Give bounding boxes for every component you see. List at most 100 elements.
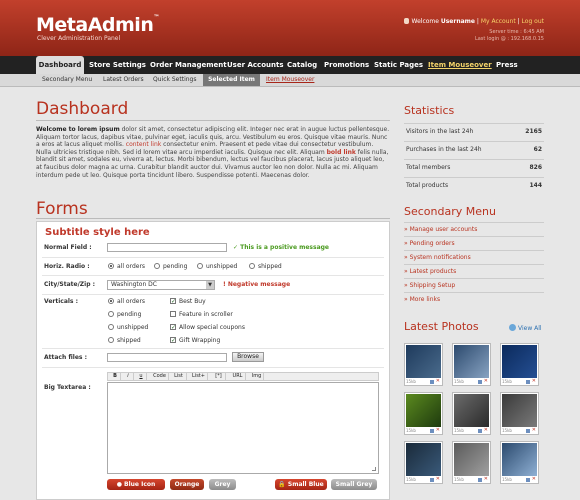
view-all-link[interactable]: View All xyxy=(509,324,542,332)
radio-shipped[interactable] xyxy=(249,263,255,269)
edit-icon[interactable] xyxy=(478,478,482,482)
form-panel: Subtitle style here Normal Field : ✓ Thi… xyxy=(36,221,390,500)
subnav-latest-orders[interactable]: Latest Orders xyxy=(103,74,144,86)
edit-icon[interactable] xyxy=(526,478,530,482)
photo-thumbnail[interactable]: 15kb ✕ xyxy=(500,392,539,435)
vradio-shipped[interactable] xyxy=(108,337,114,343)
grey-button[interactable]: Grey xyxy=(209,479,236,490)
photo-thumbnail[interactable]: 15kb ✕ xyxy=(452,392,491,435)
view-all-icon xyxy=(509,324,516,331)
nav-catalog[interactable]: Catalog xyxy=(287,56,317,74)
logout-link[interactable]: Log out xyxy=(522,18,544,25)
stat-row: Total members 826 xyxy=(404,159,544,175)
normal-field-input[interactable] xyxy=(107,243,227,252)
radio-pending[interactable] xyxy=(154,263,160,269)
nav-dashboard[interactable]: Dashboard xyxy=(36,56,84,74)
nav-promotions[interactable]: Promotions xyxy=(324,56,369,74)
delete-icon[interactable]: ✕ xyxy=(436,428,440,433)
edit-icon[interactable] xyxy=(526,429,530,433)
vradio-unshipped[interactable] xyxy=(108,324,114,330)
check-gift-wrapping[interactable]: ✓ xyxy=(170,337,176,344)
underline-button[interactable]: u xyxy=(136,373,147,380)
separator xyxy=(42,348,384,349)
edit-icon[interactable] xyxy=(430,380,434,384)
edit-icon[interactable] xyxy=(430,429,434,433)
check-best-buy[interactable]: ✓ xyxy=(170,298,176,305)
radio-label: shipped xyxy=(117,337,141,344)
edit-icon[interactable] xyxy=(478,380,482,384)
photo-thumbnail[interactable]: 15kb ✕ xyxy=(404,343,443,386)
code-button[interactable]: Code xyxy=(151,373,169,380)
radio-label: unshipped xyxy=(117,324,149,331)
vradio-pending[interactable] xyxy=(108,311,114,317)
radio-unshipped[interactable] xyxy=(197,263,203,269)
separator xyxy=(42,257,384,258)
delete-icon[interactable]: ✕ xyxy=(484,477,488,482)
photo xyxy=(454,394,489,427)
nav-item-mouseover[interactable]: Item Mouseover xyxy=(428,56,492,74)
edit-icon[interactable] xyxy=(526,380,530,384)
delete-icon[interactable]: ✕ xyxy=(532,477,536,482)
check-allow-special-coupons[interactable]: ✓ xyxy=(170,324,176,331)
small-grey-button[interactable]: Small Grey xyxy=(331,479,377,490)
photo xyxy=(502,443,537,476)
browse-button[interactable]: Browse xyxy=(232,352,264,362)
list-plus-button[interactable]: List+ xyxy=(190,373,208,380)
horiz-radio-label: Horiz. Radio : xyxy=(44,263,90,270)
photo-thumbnail[interactable]: 15kb ✕ xyxy=(500,441,539,484)
file-input[interactable] xyxy=(107,353,227,362)
delete-icon[interactable]: ✕ xyxy=(436,379,440,384)
resize-grip[interactable] xyxy=(372,467,376,471)
user-links: Welcome Username | My Account | Log out xyxy=(403,18,544,25)
menu-item-system-notifications[interactable]: » System notifications xyxy=(404,250,544,264)
list-item-button[interactable]: [*] xyxy=(212,373,226,380)
italic-button[interactable]: i xyxy=(123,373,134,380)
menu-item-more-links[interactable]: » More links xyxy=(404,292,544,306)
menu-item-pending-orders[interactable]: » Pending orders xyxy=(404,236,544,250)
subnav-quick-settings[interactable]: Quick Settings xyxy=(153,74,196,86)
textarea-label: Big Textarea : xyxy=(44,384,91,391)
delete-icon[interactable]: ✕ xyxy=(484,379,488,384)
nav-order-management[interactable]: Order Management xyxy=(150,56,227,74)
my-account-link[interactable]: My Account xyxy=(481,18,516,25)
nav-press[interactable]: Press xyxy=(496,56,518,74)
content-link[interactable]: content link xyxy=(126,141,162,148)
nav-static-pages[interactable]: Static Pages xyxy=(374,56,423,74)
photo-thumbnail[interactable]: 15kb ✕ xyxy=(452,441,491,484)
subnav-item-mouseover[interactable]: Item Mouseover xyxy=(266,74,314,86)
photo-thumbnail[interactable]: 15kb ✕ xyxy=(500,343,539,386)
photo-thumbnail[interactable]: 15kb ✕ xyxy=(452,343,491,386)
delete-icon[interactable]: ✕ xyxy=(532,428,536,433)
city-select[interactable]: Washington DC ▼ xyxy=(107,280,215,290)
image-button[interactable]: Img xyxy=(250,373,264,380)
list-button[interactable]: List xyxy=(171,373,187,380)
logo[interactable]: MetaAdmin™ xyxy=(36,14,159,36)
orange-button[interactable]: Orange xyxy=(170,479,204,490)
menu-item-shipping-setup[interactable]: » Shipping Setup xyxy=(404,278,544,292)
delete-icon[interactable]: ✕ xyxy=(436,477,440,482)
subnav-secondary-menu[interactable]: Secondary Menu xyxy=(42,74,92,86)
subnav-selected-item[interactable]: Selected Item xyxy=(203,74,260,86)
url-button[interactable]: URL xyxy=(230,373,246,380)
edit-icon[interactable] xyxy=(478,429,482,433)
edit-icon[interactable] xyxy=(430,478,434,482)
delete-icon[interactable]: ✕ xyxy=(532,379,536,384)
separator xyxy=(42,294,384,295)
photo xyxy=(406,345,441,378)
menu-item-manage-users[interactable]: » Manage user accounts xyxy=(404,222,544,236)
photo-thumbnail[interactable]: 15kb ✕ xyxy=(404,441,443,484)
nav-user-accounts[interactable]: User Accounts xyxy=(227,56,284,74)
bold-link[interactable]: bold link xyxy=(327,149,356,156)
photo-thumbnail[interactable]: 15kb ✕ xyxy=(404,392,443,435)
big-textarea[interactable] xyxy=(107,382,379,474)
check-feature-in-scroller[interactable] xyxy=(170,311,176,317)
tagline: Clever Administration Panel xyxy=(37,35,121,42)
bold-button[interactable]: B xyxy=(110,373,121,380)
delete-icon[interactable]: ✕ xyxy=(484,428,488,433)
small-blue-button[interactable]: 🔒 Small Blue xyxy=(275,479,327,490)
vradio-all-orders[interactable] xyxy=(108,298,114,304)
radio-all-orders[interactable] xyxy=(108,263,114,269)
blue-icon-button[interactable]: ● Blue Icon xyxy=(107,479,165,490)
menu-item-latest-products[interactable]: » Latest products xyxy=(404,264,544,278)
nav-store-settings[interactable]: Store Settings xyxy=(89,56,146,74)
